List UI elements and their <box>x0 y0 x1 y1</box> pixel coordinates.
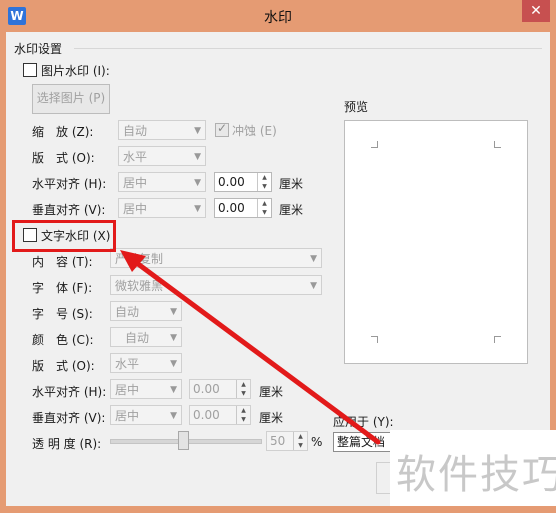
close-button[interactable]: ✕ <box>522 0 550 22</box>
title-bar: W 水印 ✕ <box>0 0 556 32</box>
dialog-body: 水印设置 图片水印 (I): 选择图片 (P) 缩 放 (Z): 自动 ▼ ✓ … <box>6 32 556 506</box>
arrow-shaft <box>127 255 381 445</box>
window-title: 水印 <box>264 10 292 26</box>
annotation-arrow <box>120 250 381 445</box>
